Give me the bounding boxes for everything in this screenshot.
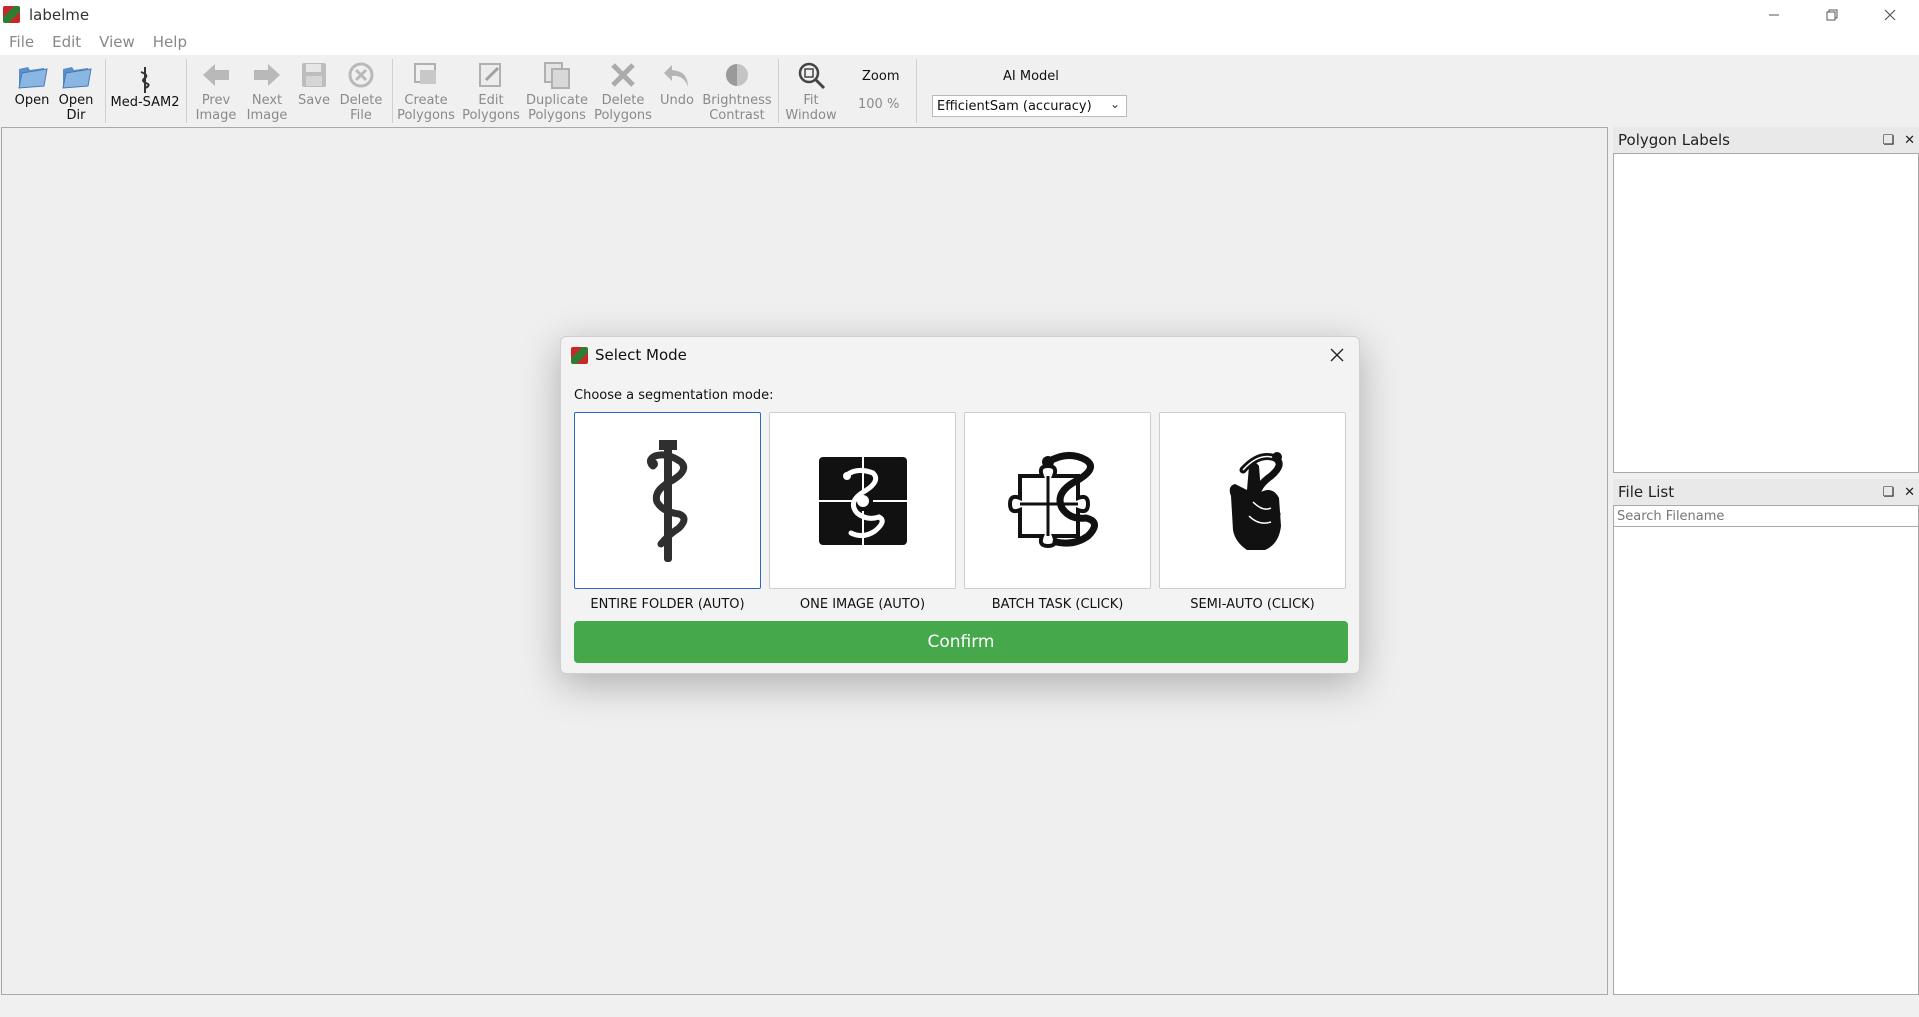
mode-semi-auto-label: SEMI-AUTO (CLICK) xyxy=(1190,597,1315,612)
menu-file[interactable]: File xyxy=(0,33,43,51)
minimize-icon xyxy=(1769,14,1779,15)
dialog-close-button[interactable] xyxy=(1325,343,1349,367)
mode-batch-task-card[interactable] xyxy=(964,412,1151,589)
toolbar-separator xyxy=(916,59,917,123)
duplicate-polygon-icon xyxy=(544,62,570,89)
app-icon xyxy=(3,6,20,23)
toolbar-separator xyxy=(778,59,779,123)
file-list-title: File List xyxy=(1618,483,1675,501)
open-folder-icon xyxy=(18,67,48,89)
toolbar: Open Open Dir Med-SAM2 Prev Image Next I… xyxy=(0,55,1919,127)
brightness-contrast-icon xyxy=(726,64,748,86)
open-button[interactable]: Open xyxy=(14,57,50,108)
dialog-prompt: Choose a segmentation mode: xyxy=(574,388,774,403)
close-dock-icon[interactable]: ✕ xyxy=(1904,133,1915,148)
zoom-fit-icon xyxy=(798,62,826,90)
duplicate-polygons-button[interactable]: Duplicate Polygons xyxy=(526,57,588,123)
ai-model-label: AI Model xyxy=(1003,69,1059,84)
polygon-labels-title: Polygon Labels xyxy=(1618,131,1730,149)
polygon-labels-dock: Polygon Labels ❏ ✕ xyxy=(1613,127,1919,473)
file-list[interactable] xyxy=(1614,527,1918,993)
snake-puzzle-pieces-icon xyxy=(1007,451,1098,548)
float-dock-icon[interactable]: ❏ xyxy=(1882,133,1894,148)
snake-puzzle-square-icon xyxy=(818,456,907,545)
fit-window-button[interactable]: Fit Window xyxy=(785,57,837,123)
file-list-header: File List ❏ ✕ xyxy=(1613,479,1919,505)
delete-x-icon xyxy=(611,63,635,87)
close-icon xyxy=(1884,9,1896,20)
zoom-value[interactable]: 100 % xyxy=(858,97,899,112)
float-dock-icon[interactable]: ❏ xyxy=(1882,485,1894,500)
window-controls xyxy=(1745,0,1919,29)
search-filename-input[interactable] xyxy=(1614,506,1918,527)
edit-polygon-icon xyxy=(479,63,501,87)
polygon-labels-list[interactable] xyxy=(1613,153,1919,473)
toolbar-separator xyxy=(186,59,187,123)
toolbar-separator xyxy=(105,59,106,123)
dialog-title-bar: Select Mode xyxy=(561,337,1359,373)
delete-file-button[interactable]: Delete File xyxy=(338,57,384,123)
app-icon xyxy=(571,346,588,364)
ai-model-value: EfficientSam (accuracy) xyxy=(937,98,1092,114)
mode-entire-folder-label: ENTIRE FOLDER (AUTO) xyxy=(590,597,745,612)
snake-hand-icon xyxy=(1229,451,1283,550)
arrow-left-icon xyxy=(203,64,229,86)
delete-polygons-button[interactable]: Delete Polygons xyxy=(594,57,652,123)
arrow-right-icon xyxy=(254,64,280,86)
rod-of-asclepius-icon xyxy=(646,439,687,562)
mode-semi-auto-card[interactable] xyxy=(1159,412,1346,589)
caduceus-icon xyxy=(140,67,150,93)
create-polygons-button[interactable]: Create Polygons xyxy=(397,57,455,123)
menu-help[interactable]: Help xyxy=(144,33,196,51)
open-dir-button[interactable]: Open Dir xyxy=(58,57,94,123)
menu-edit[interactable]: Edit xyxy=(43,33,90,51)
window-title: labelme xyxy=(29,5,90,24)
minimize-button[interactable] xyxy=(1745,0,1803,29)
close-dock-icon[interactable]: ✕ xyxy=(1904,485,1915,500)
edit-polygons-button[interactable]: Edit Polygons xyxy=(462,57,520,123)
med-sam2-button[interactable]: Med-SAM2 xyxy=(110,63,180,110)
polygon-labels-header: Polygon Labels ❏ ✕ xyxy=(1613,127,1919,153)
chevron-down-icon: ⌄ xyxy=(1109,97,1120,111)
undo-icon xyxy=(664,65,688,87)
select-mode-dialog: Select Mode Choose a segmentation mode: … xyxy=(560,336,1360,674)
menu-view[interactable]: View xyxy=(90,33,144,51)
file-list-dock: File List ❏ ✕ xyxy=(1613,479,1919,995)
save-disk-icon xyxy=(302,63,326,87)
mode-batch-task-label: BATCH TASK (CLICK) xyxy=(991,597,1124,612)
prev-image-button[interactable]: Prev Image xyxy=(192,57,240,123)
ai-model-select[interactable]: EfficientSam (accuracy) ⌄ xyxy=(932,95,1127,117)
title-bar: labelme xyxy=(0,0,1919,29)
restore-icon xyxy=(1826,9,1838,20)
open-dir-icon xyxy=(62,67,92,89)
mode-entire-folder-card[interactable] xyxy=(574,412,761,589)
delete-circle-icon xyxy=(348,62,374,88)
menu-bar: File Edit View Help xyxy=(0,29,1919,55)
dialog-title: Select Mode xyxy=(595,346,687,364)
next-image-button[interactable]: Next Image xyxy=(243,57,291,123)
confirm-button[interactable]: Confirm xyxy=(574,621,1348,663)
mode-one-image-label: ONE IMAGE (AUTO) xyxy=(799,597,926,612)
close-icon xyxy=(1330,348,1344,362)
status-bar xyxy=(0,995,1919,1017)
close-button[interactable] xyxy=(1861,0,1919,29)
undo-button[interactable]: Undo xyxy=(658,57,696,108)
zoom-label: Zoom xyxy=(862,69,900,84)
create-polygon-icon xyxy=(414,63,436,84)
restore-button[interactable] xyxy=(1803,0,1861,29)
save-button[interactable]: Save xyxy=(296,57,332,108)
toolbar-separator xyxy=(392,59,393,123)
brightness-contrast-button[interactable]: Brightness Contrast xyxy=(702,57,772,123)
mode-one-image-card[interactable] xyxy=(769,412,956,589)
file-list-panel xyxy=(1613,505,1919,995)
